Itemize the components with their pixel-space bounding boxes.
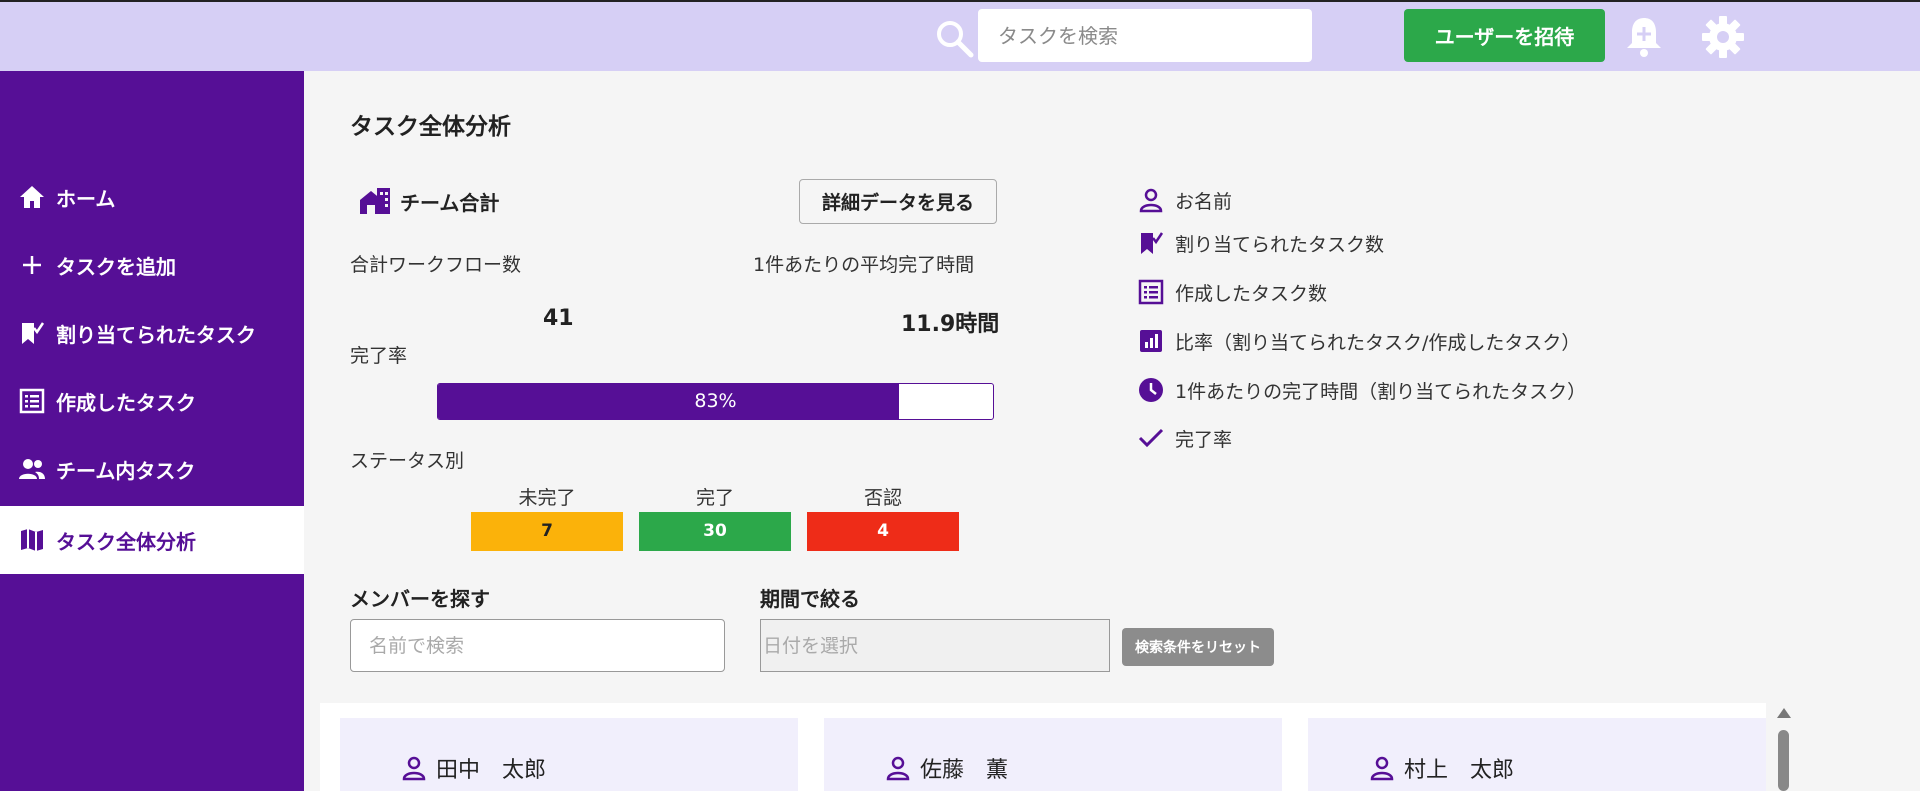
member-name-row: 佐藤 薫 <box>884 752 1008 784</box>
bar-chart-icon <box>1140 330 1162 352</box>
member-name: 佐藤 薫 <box>920 758 1009 783</box>
page-title: タスク全体分析 <box>350 114 511 140</box>
legend-label: 完了率 <box>1175 428 1233 451</box>
legend-label: 1件あたりの完了時間（割り当てられたタスク） <box>1175 380 1587 403</box>
cards-scrollbar[interactable] <box>1772 708 1794 791</box>
sidebar-item-add-task[interactable]: タスクを追加 <box>0 231 304 299</box>
sidebar-item-assigned-tasks[interactable]: 割り当てられたタスク <box>0 299 304 367</box>
invite-user-button[interactable]: ユーザーを招待 <box>1404 9 1605 62</box>
status-complete-label: 完了 <box>695 487 734 509</box>
member-card[interactable]: 佐藤 薫 <box>824 718 1282 791</box>
plus-icon <box>23 256 41 274</box>
status-incomplete-count: 7 <box>471 512 623 551</box>
legend-label: 作成したタスク数 <box>1175 282 1328 305</box>
legend-item-ratio: 比率（割り当てられたタスク/作成したタスク） <box>1137 327 1580 355</box>
sidebar-item-label: チーム内タスク <box>56 458 196 483</box>
person-icon <box>1370 756 1394 781</box>
team-total-heading: チーム合計 <box>358 186 499 216</box>
bell-plus-icon[interactable] <box>1624 15 1664 59</box>
sidebar-item-task-analysis[interactable]: タスク全体分析 <box>0 506 304 574</box>
map-icon <box>21 529 43 551</box>
status-rejected-label: 否認 <box>863 487 902 509</box>
date-picker-input[interactable] <box>760 619 1110 672</box>
sidebar-item-label: ホーム <box>56 186 116 211</box>
home-icon <box>20 186 44 208</box>
member-search-title: メンバーを探す <box>350 587 490 611</box>
member-card[interactable]: 田中 太郎 <box>340 718 798 791</box>
bookmark-check-icon <box>1141 232 1164 254</box>
member-name-row: 村上 太郎 <box>1368 752 1514 784</box>
legend-label: 割り当てられたタスク数 <box>1175 233 1385 256</box>
sidebar-item-created-tasks[interactable]: 作成したタスク <box>0 367 304 435</box>
status-complete-count: 30 <box>639 512 791 551</box>
person-icon <box>1139 188 1163 213</box>
status-breakdown-label: ステータス別 <box>350 450 465 472</box>
legend-item-created-count: 作成したタスク数 <box>1137 278 1327 306</box>
person-icon <box>886 756 910 781</box>
status-rejected-count: 4 <box>807 512 959 551</box>
scroll-thumb[interactable] <box>1778 730 1789 791</box>
scroll-up-arrow-icon[interactable] <box>1777 708 1791 718</box>
legend-item-completion-time: 1件あたりの完了時間（割り当てられたタスク） <box>1137 376 1586 404</box>
period-filter-title: 期間で絞る <box>760 587 860 611</box>
list-icon <box>1138 279 1164 305</box>
completion-progress-text: 83% <box>694 390 737 412</box>
total-workflows-value: 41 <box>543 306 574 331</box>
clock-icon <box>1139 378 1163 402</box>
search-icon[interactable] <box>934 18 974 58</box>
sidebar: ホーム タスクを追加 割り当てられたタスク 作成したタスク チーム内タスク タス… <box>0 71 304 791</box>
team-house-icon <box>360 188 390 214</box>
legend-label: お名前 <box>1175 190 1233 213</box>
member-name-row: 田中 太郎 <box>400 752 546 784</box>
bookmark-check-icon <box>22 322 45 344</box>
total-workflows-label: 合計ワークフロー数 <box>350 254 522 276</box>
member-search-input[interactable] <box>350 619 725 672</box>
completion-progress-bar: 83% <box>437 383 994 420</box>
legend-item-assigned-count: 割り当てられたタスク数 <box>1137 229 1384 257</box>
list-icon <box>19 388 45 414</box>
sidebar-item-label: タスク全体分析 <box>56 529 196 554</box>
legend-item-name: お名前 <box>1137 186 1232 214</box>
legend-item-completion-rate: 完了率 <box>1137 424 1232 452</box>
sidebar-item-team-tasks[interactable]: チーム内タスク <box>0 435 304 503</box>
member-card[interactable]: 村上 太郎 <box>1308 718 1766 791</box>
view-details-button[interactable]: 詳細データを見る <box>799 179 997 224</box>
reset-filters-button[interactable]: 検索条件をリセット <box>1122 628 1274 666</box>
gear-icon[interactable] <box>1701 15 1745 59</box>
sidebar-item-label: 割り当てられたタスク <box>56 322 256 347</box>
search-input[interactable] <box>978 9 1312 62</box>
avg-time-value: 11.9時間 <box>901 312 1000 337</box>
people-icon <box>19 459 45 479</box>
person-icon <box>402 756 426 781</box>
sidebar-item-label: タスクを追加 <box>56 254 176 279</box>
legend-label: 比率（割り当てられたタスク/作成したタスク） <box>1175 331 1581 354</box>
sidebar-item-label: 作成したタスク <box>56 390 196 415</box>
avg-time-label: 1件あたりの平均完了時間 <box>753 254 975 276</box>
sidebar-item-home[interactable]: ホーム <box>0 163 304 231</box>
status-incomplete-label: 未完了 <box>518 487 576 509</box>
completion-rate-label: 完了率 <box>350 345 408 367</box>
check-icon <box>1138 428 1164 448</box>
top-bar: ユーザーを招待 <box>0 0 1920 71</box>
member-name: 田中 太郎 <box>436 758 547 783</box>
member-name: 村上 太郎 <box>1404 758 1515 783</box>
team-total-title: チーム合計 <box>400 190 500 215</box>
